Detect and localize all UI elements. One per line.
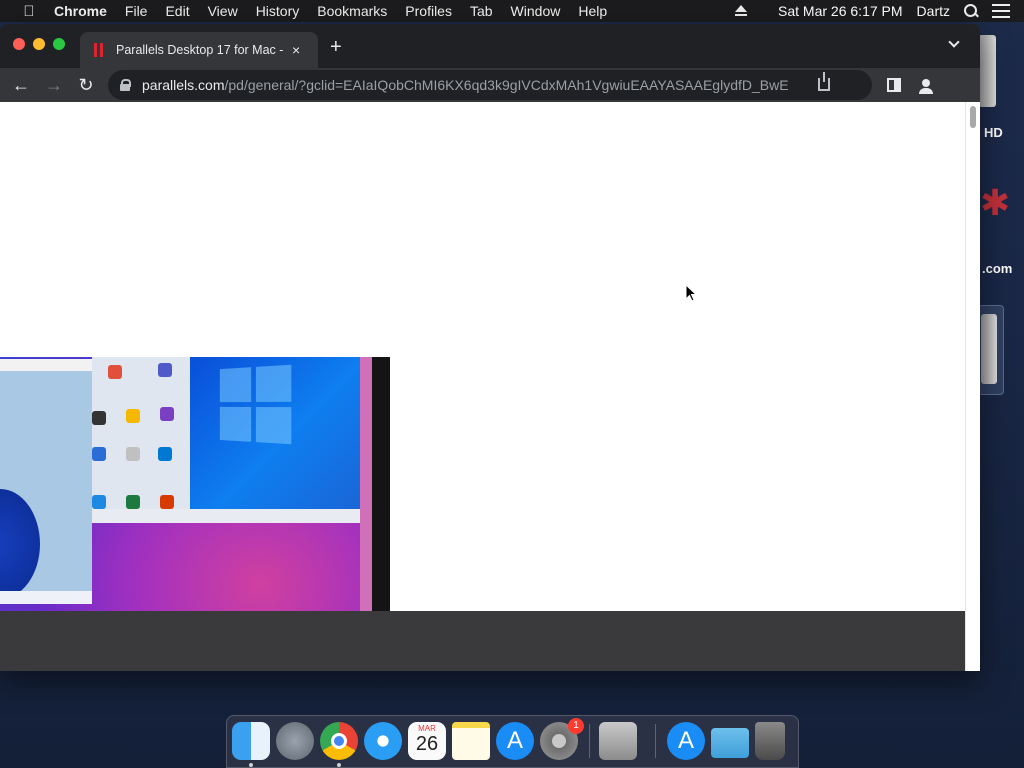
tab-close-icon[interactable]: × [292, 42, 300, 58]
windows-desktop-window [190, 357, 360, 509]
menu-window[interactable]: Window [511, 3, 561, 19]
reload-button[interactable]: ↻ [75, 74, 97, 96]
app-store-downloads-icon[interactable]: A [667, 722, 705, 760]
windows-taskbar [92, 509, 360, 523]
forward-button[interactable]: → [43, 74, 65, 96]
parallels-favicon-icon [94, 43, 106, 57]
menu-view[interactable]: View [208, 3, 238, 19]
trash-icon[interactable] [755, 722, 785, 760]
calendar-day: 26 [415, 733, 439, 755]
finder-running-indicator [249, 763, 253, 767]
menu-profiles[interactable]: Profiles [405, 3, 452, 19]
chrome-running-indicator [337, 763, 341, 767]
scrollbar-thumb[interactable] [970, 106, 976, 128]
menu-help[interactable]: Help [578, 3, 607, 19]
menu-file[interactable]: File [125, 3, 148, 19]
apple-menu-icon[interactable]:  [20, 3, 38, 20]
dock-separator [655, 724, 656, 758]
mouse-pointer-icon [685, 283, 698, 302]
notes-icon[interactable] [452, 722, 490, 760]
close-window-button[interactable] [13, 38, 25, 50]
lock-icon[interactable] [120, 79, 131, 91]
tab-parallels[interactable]: Parallels Desktop 17 for Mac - × [80, 32, 318, 68]
menubar-clock[interactable]: Sat Mar 26 6:17 PM [778, 3, 903, 19]
disk-utility-icon[interactable] [599, 722, 637, 760]
url-host: parallels.com [142, 77, 225, 93]
calendar-month: MAR [418, 724, 436, 733]
notification-badge: 1 [568, 718, 584, 734]
share-icon[interactable] [818, 72, 830, 91]
installer-drive-icon[interactable] [978, 305, 1004, 395]
browser-toolbar: ← → ↻ parallels.com /pd/general/?gclid=E… [0, 68, 980, 102]
tab-search-button[interactable] [948, 36, 962, 50]
address-bar[interactable]: parallels.com /pd/general/?gclid=EAIaIQo… [108, 70, 872, 100]
windows11-window [0, 359, 92, 604]
tab-strip: Parallels Desktop 17 for Mac - × + [0, 24, 980, 68]
profile-avatar-icon[interactable] [916, 76, 936, 96]
new-tab-button[interactable]: + [330, 36, 342, 59]
windows-logo-icon [219, 364, 293, 446]
chrome-icon[interactable] [320, 722, 358, 760]
back-button[interactable]: ← [10, 74, 32, 96]
dock-separator [589, 724, 590, 758]
desktop-file-icon[interactable]: ✱ [980, 178, 1010, 228]
menu-bar:  Chrome File Edit View History Bookmark… [0, 0, 1024, 22]
dock: MAR 26 A 1 A [226, 715, 799, 768]
calendar-icon[interactable]: MAR 26 [408, 722, 446, 760]
menubar-user[interactable]: Dartz [917, 3, 950, 19]
url-path: /pd/general/?gclid=EAIaIQobChMI6KX6qd3k9… [224, 77, 789, 93]
side-panel-icon[interactable] [887, 78, 901, 92]
spotlight-search-icon[interactable] [964, 4, 978, 18]
desktop-file-label: .com [982, 261, 1013, 276]
downloads-folder-icon[interactable] [711, 728, 749, 758]
menu-app-name[interactable]: Chrome [54, 3, 107, 19]
fullscreen-window-button[interactable] [53, 38, 65, 50]
hard-drive-label: HD [984, 125, 1003, 140]
eject-icon[interactable] [734, 5, 748, 17]
menu-history[interactable]: History [256, 3, 300, 19]
page-footer-band [0, 611, 965, 671]
finder-icon[interactable] [232, 722, 270, 760]
hard-drive-icon[interactable] [978, 35, 996, 107]
chevron-down-icon [948, 36, 960, 48]
page-content [0, 102, 965, 611]
control-center-icon[interactable] [992, 4, 1010, 18]
launchpad-icon[interactable] [276, 722, 314, 760]
start-menu [92, 357, 190, 517]
browser-window: Parallels Desktop 17 for Mac - × + ← → ↻… [0, 24, 980, 671]
product-screenshot-image [0, 357, 390, 611]
app-store-icon[interactable]: A [496, 722, 534, 760]
tab-title: Parallels Desktop 17 for Mac - [116, 43, 284, 57]
safari-icon[interactable] [364, 722, 402, 760]
menu-tab[interactable]: Tab [470, 3, 493, 19]
menu-edit[interactable]: Edit [165, 3, 189, 19]
menu-bookmarks[interactable]: Bookmarks [317, 3, 387, 19]
page-scrollbar[interactable] [965, 102, 980, 671]
system-preferences-icon[interactable]: 1 [540, 718, 584, 760]
minimize-window-button[interactable] [33, 38, 45, 50]
